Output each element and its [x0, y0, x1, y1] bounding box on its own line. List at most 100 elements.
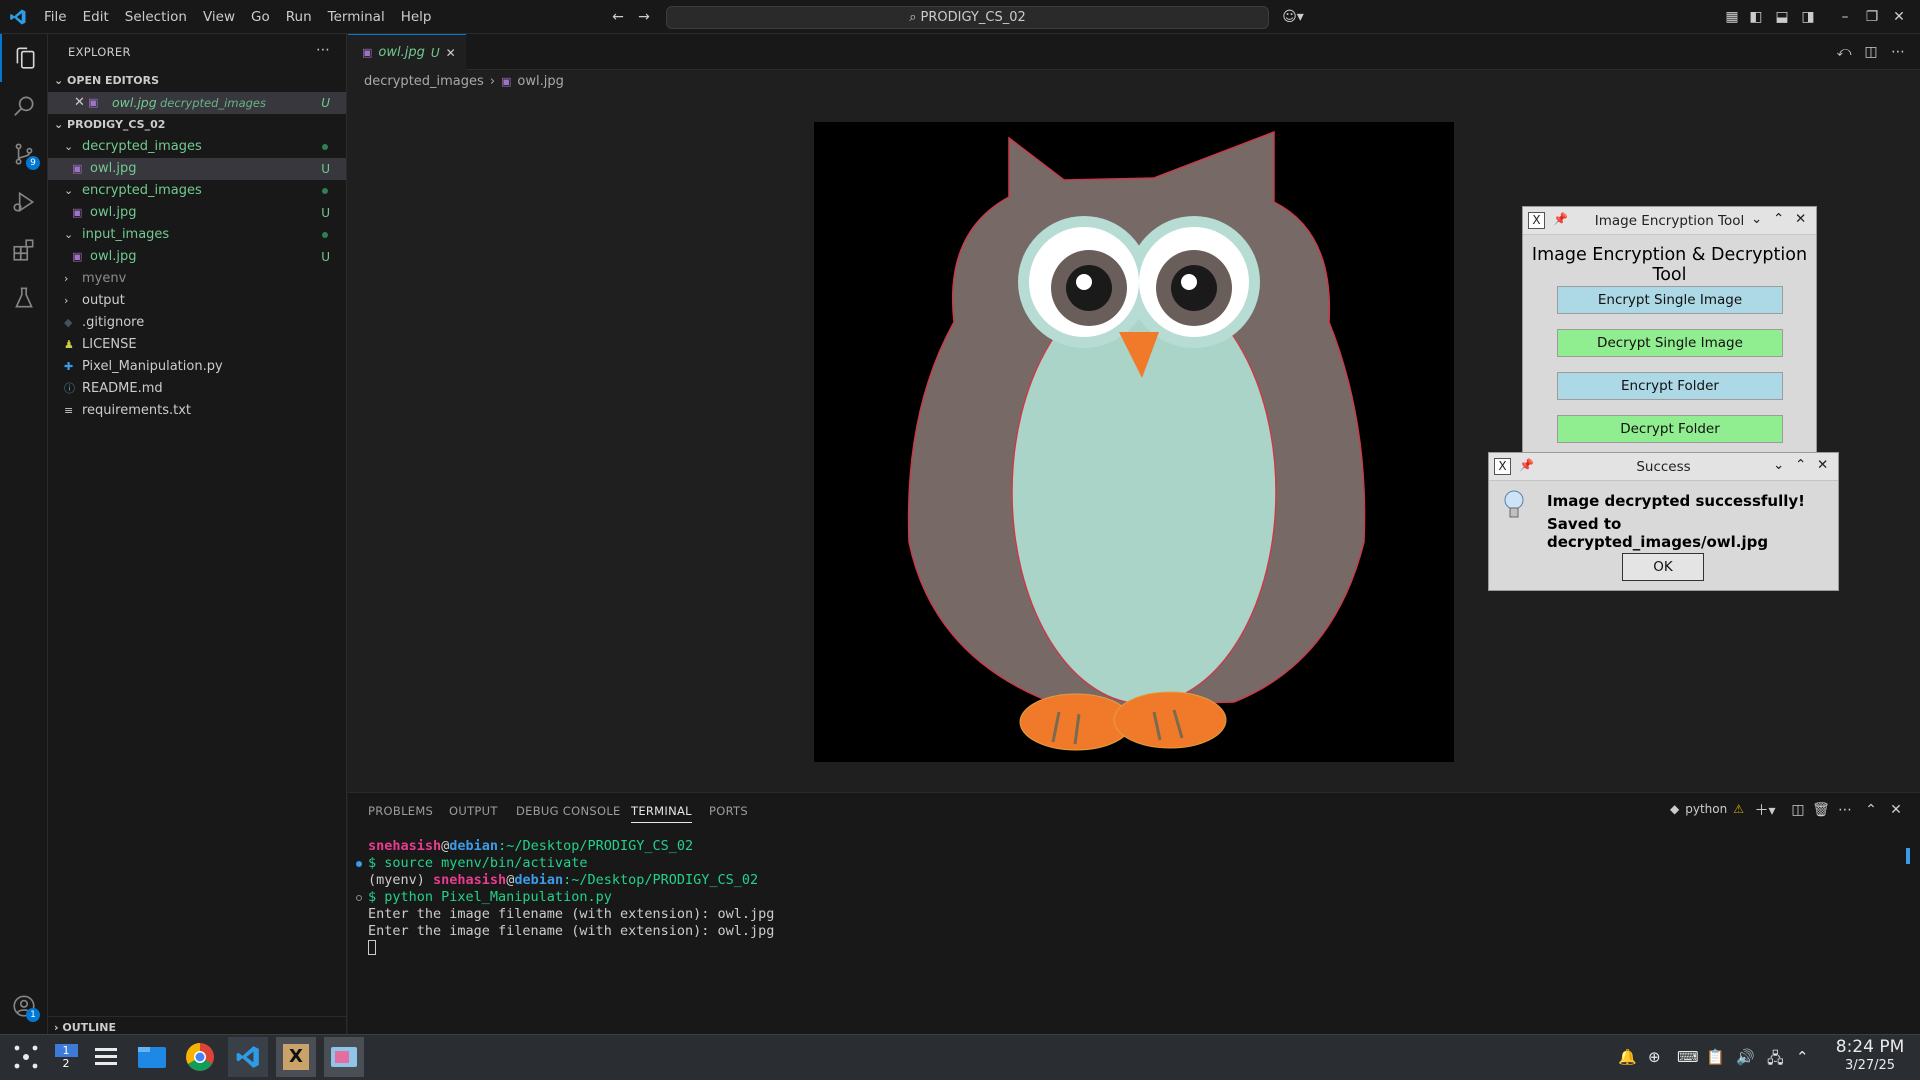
tree-file-gitignore[interactable]: ◆ .gitignore — [48, 312, 346, 334]
toggle-sidebar-icon[interactable]: ◧ — [1747, 8, 1765, 26]
close-icon[interactable]: ✕ — [1817, 457, 1828, 473]
run-debug-icon[interactable] — [0, 178, 48, 226]
chevron-down-icon[interactable]: ⌄ — [1751, 211, 1762, 227]
explorer-icon[interactable] — [0, 34, 48, 82]
tab-debug-console[interactable]: DEBUG CONSOLE — [516, 804, 621, 818]
restore-icon[interactable]: ❐ — [1863, 8, 1881, 26]
terminal-shell-selector[interactable]: ◆ python ⚠ — [1670, 802, 1744, 816]
volume-icon[interactable]: 🔊 — [1736, 1048, 1755, 1066]
tree-folder-decrypted[interactable]: ⌄ decrypted_images — [48, 136, 346, 158]
command-center-search[interactable]: ⌕ PRODIGY_CS_02 — [666, 6, 1269, 29]
tree-file-python[interactable]: ✚ Pixel_Manipulation.py — [48, 356, 346, 378]
more-actions-icon[interactable]: ⋯ — [316, 42, 330, 58]
menu-help[interactable]: Help — [393, 0, 440, 34]
update-icon[interactable]: ⊕ — [1648, 1048, 1661, 1066]
license-icon: ♟ — [64, 338, 74, 351]
tab-terminal[interactable]: TERMINAL — [631, 804, 692, 823]
dialog-titlebar[interactable]: X 📌 Success ⌄ ⌃ ✕ — [1489, 453, 1838, 481]
desktop-1[interactable]: 1 — [54, 1044, 78, 1057]
file-manager-icon[interactable] — [132, 1037, 172, 1077]
close-icon[interactable]: ✕ — [74, 92, 85, 114]
tree-folder-encrypted[interactable]: ⌄ encrypted_images — [48, 180, 346, 202]
menu-edit[interactable]: Edit — [75, 0, 117, 34]
split-terminal-icon[interactable]: ◫ — [1789, 801, 1807, 819]
maximize-icon[interactable]: ⌃ — [1795, 457, 1806, 473]
tree-file-license[interactable]: ♟ LICENSE — [48, 334, 346, 356]
split-editor-icon[interactable]: ◫ — [1862, 43, 1880, 61]
copilot-icon[interactable]: ☺▾ — [1278, 8, 1308, 26]
menu-selection[interactable]: Selection — [117, 0, 195, 34]
toggle-secondary-sidebar-icon[interactable]: ◨ — [1799, 8, 1817, 26]
project-header[interactable]: ⌄ PRODIGY_CS_02 — [48, 114, 346, 136]
decrypt-single-image-button[interactable]: Decrypt Single Image — [1557, 329, 1783, 357]
menu-terminal[interactable]: Terminal — [320, 0, 393, 34]
x-window-taskbar-icon[interactable]: X — [276, 1037, 316, 1077]
image-viewer-taskbar-icon[interactable] — [324, 1037, 364, 1077]
network-icon[interactable]: 🖧 — [1767, 1048, 1784, 1073]
desktop-2[interactable]: 2 — [63, 1057, 70, 1070]
tree-file-owl[interactable]: ▣ owl.jpg U — [48, 158, 346, 180]
clipboard-icon[interactable]: 📋 — [1706, 1048, 1725, 1066]
tab-ports[interactable]: PORTS — [709, 804, 748, 818]
close-window-icon[interactable]: ✕ — [1890, 8, 1908, 26]
tab-owl-jpg[interactable]: ▣ owl.jpg U ✕ — [348, 34, 466, 70]
tree-file-owl[interactable]: ▣ owl.jpg U — [48, 202, 346, 224]
terminal-tray-icon[interactable]: ⌨ — [1677, 1048, 1699, 1066]
image-file-icon: ▣ — [88, 96, 99, 109]
clock-date: 3/27/25 — [1844, 1058, 1896, 1073]
menu-run[interactable]: Run — [278, 0, 320, 34]
tree-file-requirements[interactable]: ≡ requirements.txt — [48, 400, 346, 422]
expand-tray-icon[interactable]: ⌃ — [1796, 1048, 1809, 1066]
tab-problems[interactable]: PROBLEMS — [368, 804, 433, 818]
extensions-icon[interactable] — [0, 226, 48, 274]
tab-output[interactable]: OUTPUT — [449, 804, 498, 818]
ok-button[interactable]: OK — [1622, 553, 1704, 581]
notification-icon[interactable]: 🔔 — [1618, 1048, 1637, 1066]
dialog-title: Success — [1636, 459, 1691, 475]
task-manager-icon[interactable] — [86, 1037, 126, 1077]
encrypt-single-image-button[interactable]: Encrypt Single Image — [1557, 286, 1783, 314]
chrome-icon[interactable] — [180, 1037, 220, 1077]
trash-icon[interactable]: 🗑 — [1812, 801, 1830, 819]
more-actions-icon[interactable]: ⋯ — [1836, 801, 1854, 819]
decrypt-folder-button[interactable]: Decrypt Folder — [1557, 415, 1783, 443]
tree-folder-myenv[interactable]: › myenv — [48, 268, 346, 290]
open-editors-header[interactable]: ⌄ OPEN EDITORS — [48, 70, 346, 92]
virtual-desktop-pager[interactable]: 1 2 — [46, 1037, 86, 1077]
source-control-icon[interactable]: 9 — [0, 130, 48, 178]
app-launcher-icon[interactable] — [6, 1037, 46, 1077]
terminal-scroll-marker — [1906, 848, 1910, 864]
breadcrumb-folder[interactable]: decrypted_images — [364, 74, 484, 89]
maximize-icon[interactable]: ⌃ — [1773, 211, 1784, 227]
close-panel-icon[interactable]: ✕ — [1887, 801, 1905, 819]
breadcrumb-file[interactable]: owl.jpg — [517, 74, 563, 89]
open-editor-item[interactable]: ✕ ▣ owl.jpg decrypted_images U — [48, 92, 346, 114]
tree-file-readme[interactable]: ⓘ README.md — [48, 378, 346, 400]
more-actions-icon[interactable]: ⋯ — [1889, 43, 1907, 61]
close-icon[interactable]: ✕ — [1795, 211, 1806, 227]
tree-folder-output[interactable]: › output — [48, 290, 346, 312]
tree-file-owl[interactable]: ▣ owl.jpg U — [48, 246, 346, 268]
chevron-down-icon[interactable]: ⌄ — [1773, 457, 1784, 473]
window-titlebar[interactable]: X 📌 Image Encryption Tool ⌄ ⌃ ✕ — [1523, 207, 1816, 235]
search-icon[interactable] — [0, 82, 48, 130]
account-icon[interactable]: 1 — [0, 982, 48, 1030]
open-changes-icon[interactable]: ⤺ — [1835, 43, 1853, 61]
menu-file[interactable]: File — [36, 0, 75, 34]
forward-arrow-icon[interactable]: → — [635, 8, 653, 26]
testing-icon[interactable] — [0, 274, 48, 322]
terminal-output[interactable]: snehasish@debian:~/Desktop/PRODIGY_CS_02… — [368, 838, 774, 955]
close-tab-icon[interactable]: ✕ — [446, 46, 456, 60]
back-arrow-icon[interactable]: ← — [609, 8, 627, 26]
minimize-icon[interactable]: – — [1836, 8, 1854, 26]
maximize-panel-icon[interactable]: ⌃ — [1862, 801, 1880, 819]
encrypt-folder-button[interactable]: Encrypt Folder — [1557, 372, 1783, 400]
clock[interactable]: 8:24 PM 3/27/25 — [1826, 1036, 1914, 1074]
new-terminal-icon[interactable]: ＋▾ — [1752, 801, 1778, 819]
menu-view[interactable]: View — [195, 0, 243, 34]
vscode-taskbar-icon[interactable] — [228, 1037, 268, 1077]
menu-go[interactable]: Go — [243, 0, 278, 34]
tree-folder-input[interactable]: ⌄ input_images — [48, 224, 346, 246]
toggle-panel-icon[interactable]: ⬓ — [1773, 8, 1791, 26]
customize-layout-icon[interactable]: ▦ — [1723, 8, 1741, 26]
